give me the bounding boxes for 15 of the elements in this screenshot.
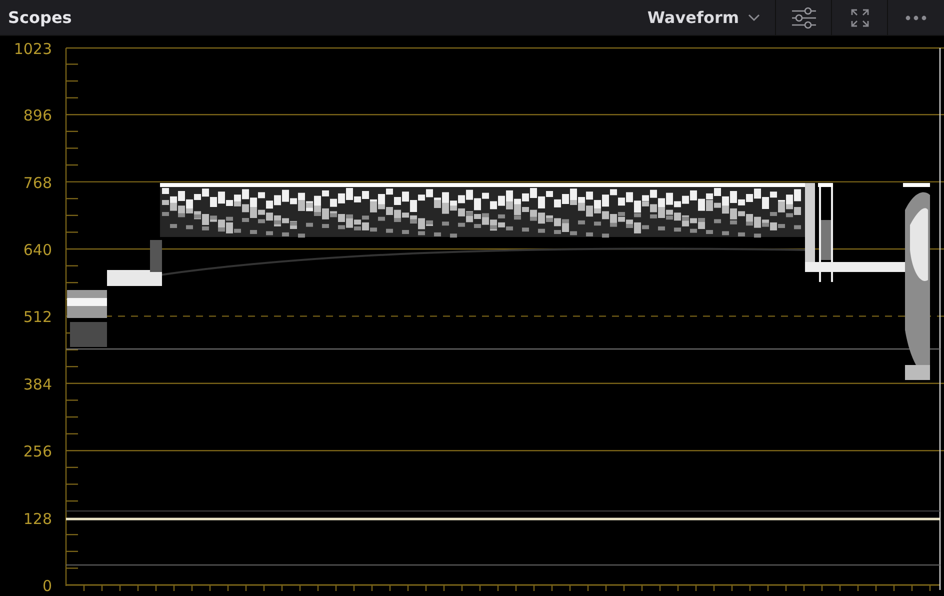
axis-label: 0 xyxy=(42,577,52,595)
axis-label: 896 xyxy=(23,106,52,125)
axis-label: 640 xyxy=(23,241,52,259)
axis-label: 128 xyxy=(23,510,52,528)
more-icon xyxy=(905,14,927,20)
axis-label: 512 xyxy=(23,308,52,326)
axis-label: 1023 xyxy=(14,40,52,58)
expand-icon xyxy=(850,8,870,28)
axis-label: 384 xyxy=(23,375,52,394)
panel-title: Scopes xyxy=(7,8,72,27)
sliders-icon xyxy=(790,6,816,28)
scope-type-dropdown[interactable]: Waveform xyxy=(647,0,776,35)
axis-label: 256 xyxy=(23,442,52,461)
axis-label: 768 xyxy=(23,174,52,192)
chevron-icon xyxy=(747,12,761,22)
